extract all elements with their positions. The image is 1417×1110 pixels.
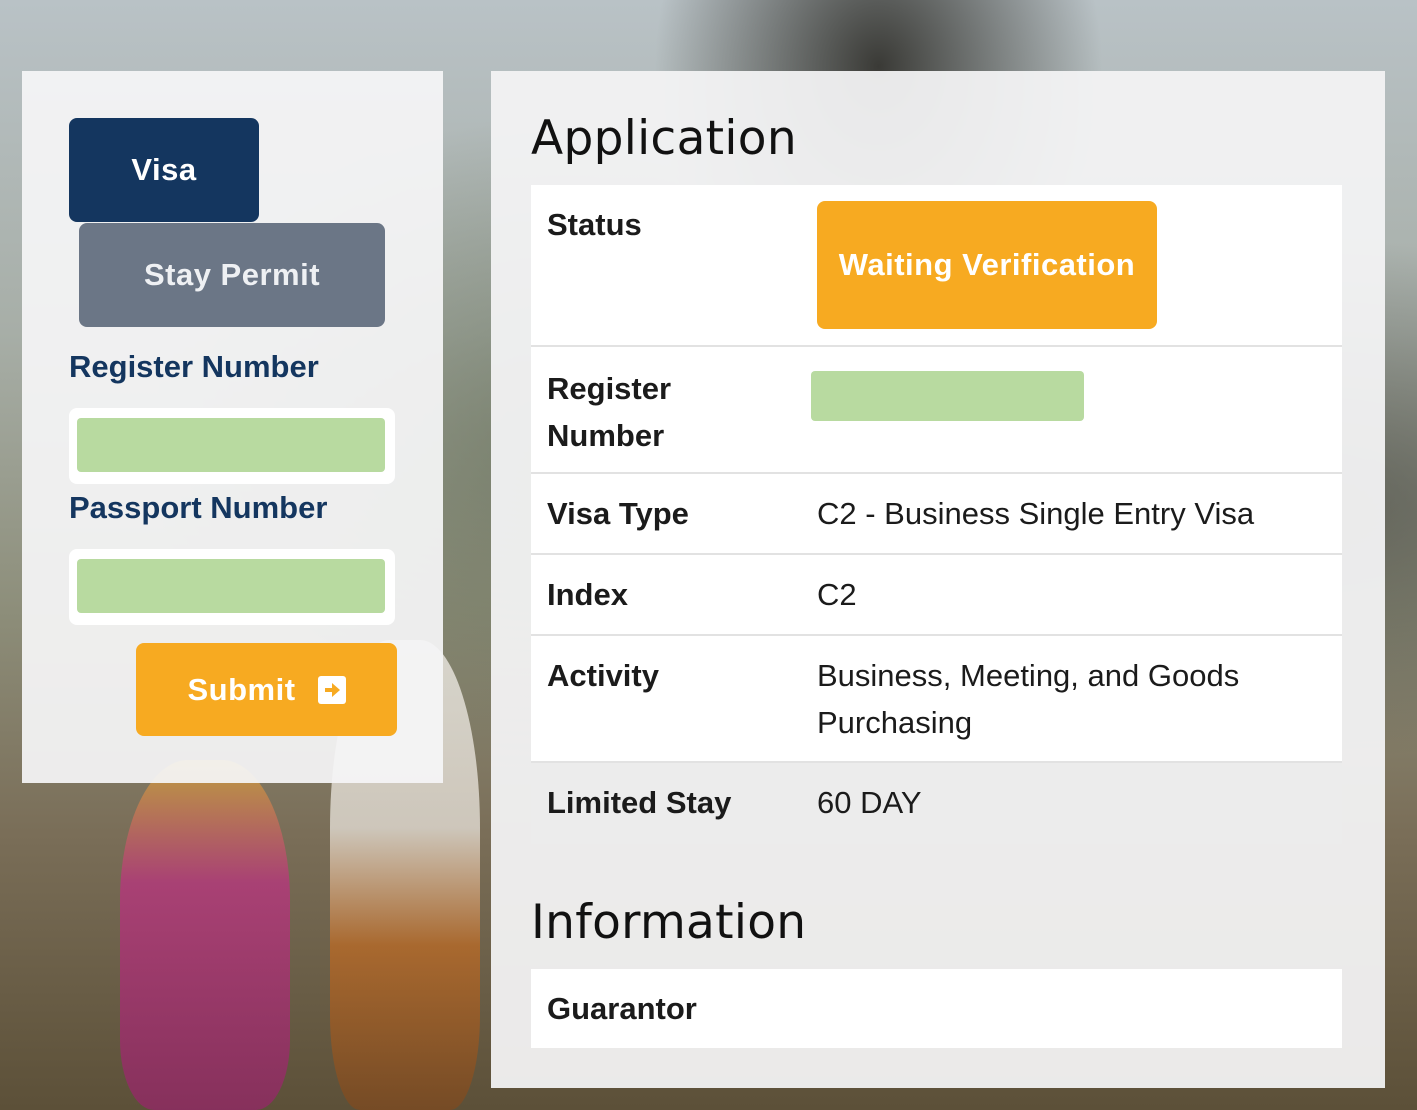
submit-button[interactable]: Submit [136, 643, 397, 736]
search-form-panel: Visa Stay Permit Register Number Passpor… [22, 71, 443, 783]
register-number-value-redacted [811, 371, 1084, 421]
application-title: Application [531, 111, 797, 166]
information-title: Information [531, 895, 807, 950]
table-row-status: Status Waiting Verification [531, 185, 1342, 347]
passport-number-label: Passport Number [69, 490, 328, 525]
index-label: Index [547, 577, 628, 612]
table-row-visa-type: Visa Type C2 - Business Single Entry Vis… [531, 474, 1342, 555]
register-number-input[interactable] [77, 418, 385, 472]
register-number-field-wrapper [69, 408, 395, 484]
register-number-label: Register Number [69, 349, 319, 384]
table-row-limited-stay: Limited Stay 60 DAY [531, 763, 1342, 844]
visa-type-label: Visa Type [547, 496, 689, 531]
passport-number-field-wrapper [69, 549, 395, 625]
table-row-index: Index C2 [531, 555, 1342, 636]
table-row-register-number: Register Number [531, 347, 1342, 474]
table-row-guarantor: Guarantor [531, 969, 1342, 1048]
index-value: C2 [817, 577, 857, 612]
guarantor-label: Guarantor [547, 991, 697, 1026]
status-badge: Waiting Verification [817, 201, 1157, 329]
tab-visa[interactable]: Visa [69, 118, 259, 222]
table-row-activity: Activity Business, Meeting, and Goods Pu… [531, 636, 1342, 763]
limited-stay-value: 60 DAY [817, 785, 922, 820]
activity-value: Business, Meeting, and Goods Purchasing [817, 658, 1240, 740]
register-number-key: Register Number [547, 371, 672, 453]
passport-number-input[interactable] [77, 559, 385, 613]
limited-stay-label: Limited Stay [547, 785, 732, 820]
background-photo [120, 760, 290, 1110]
result-panel: Application Status Waiting Verification … [491, 71, 1385, 1088]
activity-label: Activity [547, 658, 659, 693]
submit-button-label: Submit [187, 671, 296, 707]
status-label: Status [547, 207, 642, 242]
tab-stay-permit[interactable]: Stay Permit [79, 223, 385, 327]
visa-type-value: C2 - Business Single Entry Visa [817, 496, 1255, 531]
sign-in-icon [317, 675, 346, 704]
